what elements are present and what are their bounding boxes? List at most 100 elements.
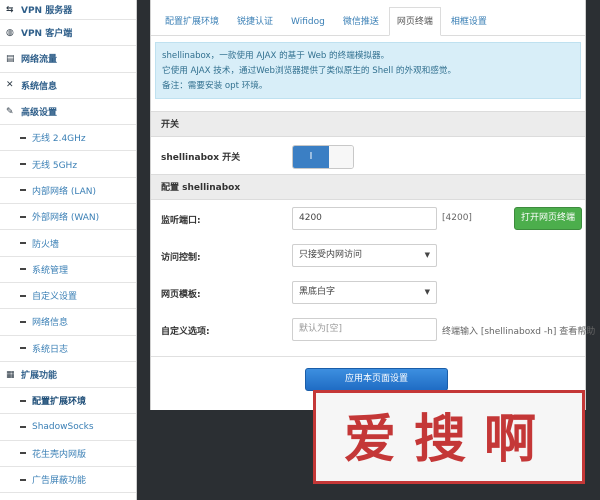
sidebar-item-label: 配置扩展环境	[32, 397, 87, 408]
dash-icon	[20, 136, 26, 139]
port-label: 监听端口:	[161, 216, 201, 226]
dash-icon	[20, 478, 26, 481]
tab-frame-settings[interactable]: 相框设置	[443, 7, 495, 35]
sidebar-item[interactable]: 无线 5GHz	[0, 151, 136, 178]
shuffle-icon: ✕	[6, 80, 14, 91]
port-row: 监听端口: 4200 [4200] 打开网页终端	[151, 200, 585, 237]
svg-text:爱搜啊: 爱搜啊	[344, 409, 554, 470]
template-select-value: 黑底白字	[299, 287, 336, 297]
dash-icon	[20, 399, 26, 402]
dash-icon	[20, 320, 26, 323]
sidebar-item-label: VPN 服务器	[21, 6, 73, 16]
template-select[interactable]: 黑底白字 ▼	[292, 281, 437, 304]
sidebar-item-label: 花生壳内网版	[32, 449, 87, 460]
shellinabox-toggle[interactable]: I	[292, 145, 354, 169]
custom-options-label: 自定义选项:	[161, 327, 210, 337]
sidebar-item-label: ShadowSocks	[32, 422, 94, 433]
globe-icon: ◍	[6, 27, 14, 38]
access-row: 访问控制: 只接受内网访问 ▼	[151, 237, 585, 274]
custom-options-hint: 终端输入 [shellinaboxd -h] 查看帮助	[442, 327, 596, 337]
toggle-off-part	[329, 146, 353, 168]
sidebar-item[interactable]: ✎ 高级设置	[0, 99, 136, 126]
info-line-3: 备注：需要安装 opt 环境。	[162, 81, 268, 91]
sidebar-item-label: 广告屏蔽功能	[32, 476, 87, 487]
dash-icon	[20, 242, 26, 245]
sidebar-item[interactable]: 花生壳内网版	[0, 441, 136, 468]
tab-wechat-push[interactable]: 微信推送	[335, 7, 387, 35]
custom-row: 自定义选项: 默认为[空] 终端输入 [shellinaboxd -h] 查看帮…	[151, 311, 595, 348]
open-terminal-button[interactable]: 打开网页终端	[514, 207, 583, 230]
template-row: 网页模板: 黑底白字 ▼	[151, 274, 585, 311]
tab-config-env[interactable]: 配置扩展环境	[157, 7, 227, 35]
shellinabox-switch-label: shellinabox 开关	[161, 153, 241, 163]
sidebar-item[interactable]: 配置扩展环境	[0, 388, 136, 415]
tab-web-terminal[interactable]: 网页终端	[388, 7, 441, 36]
watermark-stamp: 爱搜啊	[313, 390, 585, 484]
dash-icon	[20, 215, 26, 218]
dash-icon	[20, 163, 26, 166]
access-label: 访问控制:	[161, 253, 201, 263]
access-select[interactable]: 只接受内网访问 ▼	[292, 244, 437, 267]
sidebar-item-label: 扩展功能	[21, 371, 58, 381]
sidebar-item-label: 网络信息	[32, 318, 69, 329]
custom-options-input[interactable]: 默认为[空]	[292, 318, 437, 341]
sidebar-item-label: 无线 5GHz	[32, 160, 78, 171]
sidebar-item[interactable]: ShadowSocks	[0, 414, 136, 441]
sidebar-item[interactable]: 外部网络 (WAN)	[0, 204, 136, 231]
switch-row: shellinabox 开关 I	[151, 137, 585, 174]
sidebar-item[interactable]: ✕ 系统信息	[0, 73, 136, 99]
port-input[interactable]: 4200	[292, 207, 437, 230]
sidebar-item-label: VPN 客户端	[21, 29, 73, 40]
sidebar-item[interactable]: 广告屏蔽功能	[0, 467, 136, 494]
watermark-text: 爱搜啊	[344, 409, 554, 470]
dash-icon	[20, 426, 26, 429]
sidebar: ⇆ VPN 服务器 ◍ VPN 客户端 ▤ 网络流量 ✕ 系统信息 ✎ 高级设置无线 2.4GHz…	[0, 0, 137, 500]
sidebar-item[interactable]: 网络信息	[0, 309, 136, 336]
sidebar-item[interactable]: ◍ VPN 客户端	[0, 20, 136, 47]
dash-icon	[20, 189, 26, 192]
sidebar-item[interactable]: ⇆ VPN 服务器	[0, 0, 136, 20]
dash-icon	[20, 452, 26, 455]
sidebar-item-label: 系统日志	[32, 344, 69, 355]
config-section-title: 配置 shellinabox	[151, 174, 585, 200]
sidebar-item-label: 防火墙	[32, 239, 60, 250]
chevron-down-icon: ▼	[424, 251, 430, 259]
sidebar-item[interactable]: 内部网络 (LAN)	[0, 178, 136, 205]
toggle-on-part: I	[293, 146, 329, 168]
traffic-icon: ▤	[6, 53, 15, 64]
sidebar-item[interactable]: ▤ 网络流量	[0, 46, 136, 73]
chevron-down-icon: ▼	[424, 288, 430, 296]
sidebar-item-label: 系统管理	[32, 265, 69, 276]
sidebar-item-label: 自定义设置	[32, 292, 78, 303]
dash-icon	[20, 294, 26, 297]
main-panel: 配置扩展环境 锐捷认证 Wifidog 微信推送 网页终端 相框设置 shell…	[150, 0, 595, 410]
tab-wifidog[interactable]: Wifidog	[283, 7, 333, 35]
info-line-2: 它使用 AJAX 技术，通过Web浏览器提供了类似原生的 Shell 的外观和感…	[162, 66, 457, 76]
dash-icon	[20, 347, 26, 350]
sidebar-item-label: 网络流量	[21, 55, 58, 66]
tab-ruijie-auth[interactable]: 锐捷认证	[229, 7, 281, 35]
sidebar-item[interactable]: 系统管理	[0, 257, 136, 283]
sidebar-item[interactable]: 系统日志	[0, 336, 136, 362]
apply-settings-button[interactable]: 应用本页面设置	[305, 368, 448, 391]
info-line-1: shellinabox，一款使用 AJAX 的基于 Web 的终端模拟器。	[162, 51, 390, 61]
sidebar-item-label: 系统信息	[21, 81, 58, 92]
sidebar-list: ⇆ VPN 服务器 ◍ VPN 客户端 ▤ 网络流量 ✕ 系统信息 ✎ 高级设置无线 2.4GHz…	[0, 0, 136, 494]
tab-bar: 配置扩展环境 锐捷认证 Wifidog 微信推送 网页终端 相框设置	[151, 0, 585, 36]
wrench-icon: ✎	[6, 106, 14, 117]
sidebar-item[interactable]: 自定义设置	[0, 283, 136, 310]
extension-icon: ▦	[6, 369, 15, 380]
sidebar-item-label: 外部网络 (WAN)	[32, 213, 100, 224]
dash-icon	[20, 268, 26, 271]
sidebar-item[interactable]: 无线 2.4GHz	[0, 125, 136, 152]
sidebar-item-label: 高级设置	[21, 108, 58, 119]
access-select-value: 只接受内网访问	[299, 250, 363, 260]
sidebar-item-label: 内部网络 (LAN)	[32, 186, 96, 197]
sidebar-item[interactable]: 防火墙	[0, 230, 136, 257]
info-alert: shellinabox，一款使用 AJAX 的基于 Web 的终端模拟器。 它使…	[155, 42, 581, 99]
switch-section-title: 开关	[151, 111, 585, 137]
sidebar-item-label: 无线 2.4GHz	[32, 134, 86, 145]
sidebar-item[interactable]: ▦ 扩展功能	[0, 362, 136, 389]
port-default-hint: [4200]	[442, 213, 472, 223]
template-label: 网页模板:	[161, 290, 201, 300]
